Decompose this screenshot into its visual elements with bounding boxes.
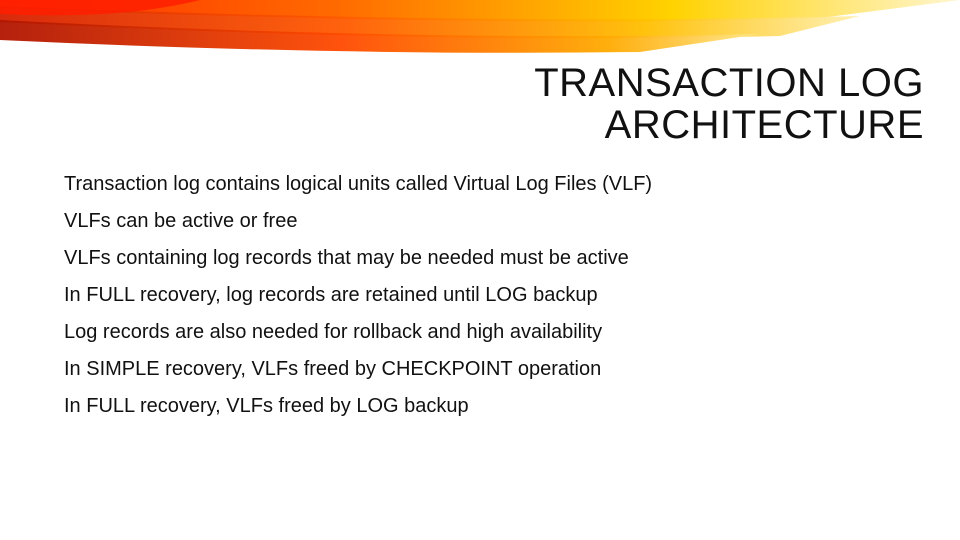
bullet-item: Log records are also needed for rollback… — [64, 320, 896, 345]
bullet-item: VLFs can be active or free — [64, 209, 896, 234]
bullet-item: In FULL recovery, VLFs freed by LOG back… — [64, 394, 896, 419]
slide: TRANSACTION LOG ARCHITECTURE Transaction… — [0, 0, 960, 540]
bullet-item: Transaction log contains logical units c… — [64, 172, 896, 197]
bullet-item: VLFs containing log records that may be … — [64, 246, 896, 271]
decorative-banner — [0, 0, 960, 56]
bullet-item: In SIMPLE recovery, VLFs freed by CHECKP… — [64, 357, 896, 382]
title-line-1: TRANSACTION LOG — [534, 61, 924, 105]
slide-title: TRANSACTION LOG ARCHITECTURE — [534, 62, 924, 146]
title-line-2: ARCHITECTURE — [605, 103, 924, 147]
bullet-item: In FULL recovery, log records are retain… — [64, 283, 896, 308]
banner-svg — [0, 0, 960, 56]
slide-body: Transaction log contains logical units c… — [64, 172, 896, 431]
